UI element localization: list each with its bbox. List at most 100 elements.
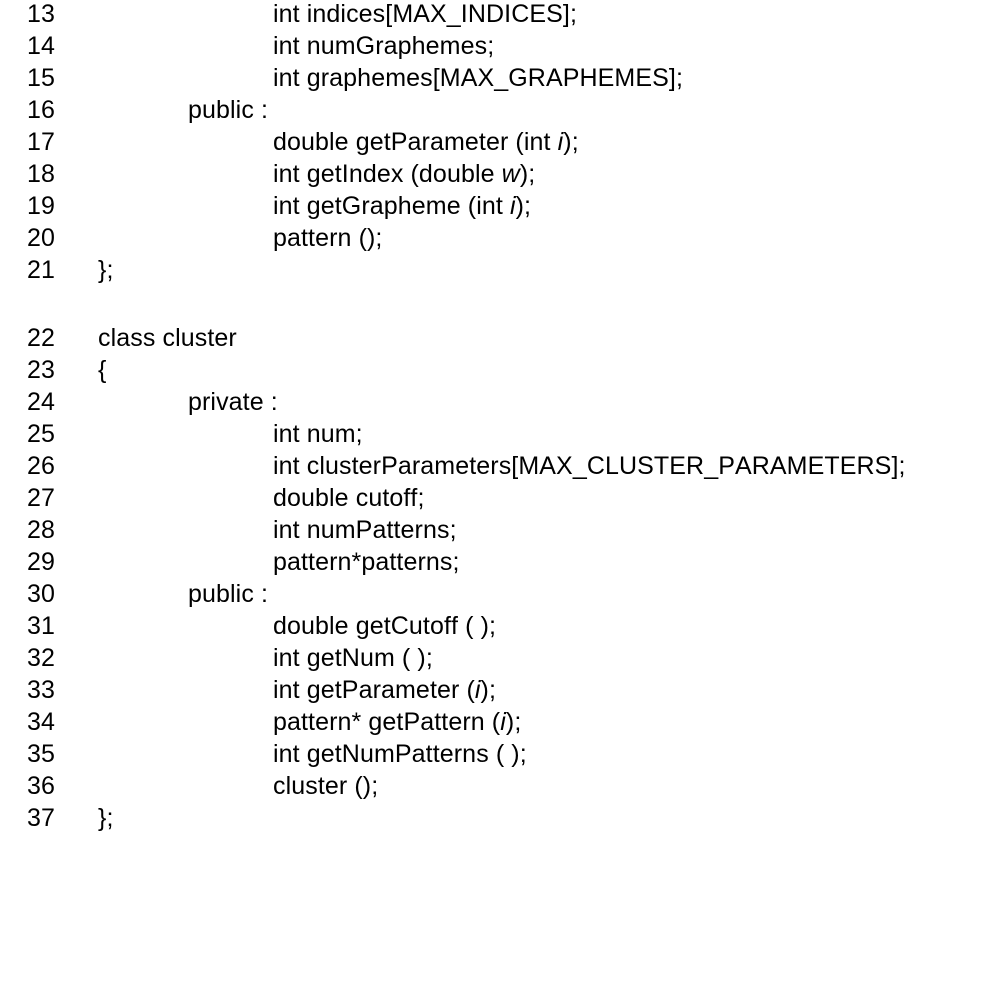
line-number: 34 <box>0 710 78 735</box>
code-segment: { <box>98 356 106 384</box>
code-segment: ); <box>506 708 521 736</box>
code-segment: pattern* getPattern ( <box>273 708 500 736</box>
line-number: 22 <box>0 326 78 351</box>
code-segment: int num; <box>273 420 363 448</box>
code-text: int numPatterns; <box>78 518 989 543</box>
line-number: 25 <box>0 422 78 447</box>
code-segment: int numGraphemes; <box>273 32 494 60</box>
code-segment: int getParameter ( <box>273 676 475 704</box>
code-line: 18int getIndex (double w); <box>0 162 989 194</box>
code-text: cluster (); <box>78 774 989 799</box>
code-segment: private : <box>188 388 278 416</box>
code-segment: int numPatterns; <box>273 516 457 544</box>
code-line: 14int numGraphemes; <box>0 34 989 66</box>
code-segment: pattern*patterns; <box>273 548 460 576</box>
code-text: pattern* getPattern (i); <box>78 710 989 735</box>
code-text: int num; <box>78 422 989 447</box>
code-text: class cluster <box>78 326 989 351</box>
code-text: pattern (); <box>78 226 989 251</box>
code-text: public : <box>78 582 989 607</box>
line-number: 32 <box>0 646 78 671</box>
line-number: 33 <box>0 678 78 703</box>
code-text: int getNumPatterns ( ); <box>78 742 989 767</box>
code-segment: }; <box>98 804 114 832</box>
line-number: 13 <box>0 2 78 27</box>
line-number: 16 <box>0 98 78 123</box>
code-line: 17double getParameter (int i); <box>0 130 989 162</box>
code-line: 27 double cutoff; <box>0 486 989 518</box>
code-line: 23 { <box>0 358 989 390</box>
code-segment: pattern (); <box>273 224 382 252</box>
code-segment: int indices[MAX_INDICES]; <box>273 0 577 28</box>
code-line: 33int getParameter (i); <box>0 678 989 710</box>
code-text: int getGrapheme (int i); <box>78 194 989 219</box>
code-segment: int getNumPatterns ( ); <box>273 740 527 768</box>
line-number: 19 <box>0 194 78 219</box>
code-text: int graphemes[MAX_GRAPHEMES]; <box>78 66 989 91</box>
line-number: 17 <box>0 130 78 155</box>
line-number: 18 <box>0 162 78 187</box>
code-segment: ); <box>563 128 578 156</box>
code-line: 34pattern* getPattern (i); <box>0 710 989 742</box>
code-text: double cutoff; <box>78 486 989 511</box>
code-line: 29 pattern*patterns; <box>0 550 989 582</box>
code-line: 16 public : <box>0 98 989 130</box>
line-number: 31 <box>0 614 78 639</box>
code-segment: public : <box>188 580 268 608</box>
code-text: }; <box>78 806 989 831</box>
code-line: 22 class cluster <box>0 326 989 358</box>
code-line: 26 int clusterParameters[MAX_CLUSTER_PARA… <box>0 454 989 486</box>
code-text: private : <box>78 390 989 415</box>
code-line: 28 int numPatterns; <box>0 518 989 550</box>
line-number: 26 <box>0 454 78 479</box>
code-line: 30 public : <box>0 582 989 614</box>
code-text: int clusterParameters[MAX_CLUSTER_PARAME… <box>78 454 989 479</box>
italic-identifier: w <box>502 160 520 188</box>
code-line: 20pattern (); <box>0 226 989 258</box>
code-line: 19int getGrapheme (int i); <box>0 194 989 226</box>
code-line: 21}; <box>0 258 989 290</box>
code-text: int numGraphemes; <box>78 34 989 59</box>
code-segment: ); <box>481 676 496 704</box>
code-listing: 13 int indices[MAX_INDICES]; 14int numGrap… <box>0 0 989 838</box>
code-segment: double cutoff; <box>273 484 425 512</box>
code-segment: double getParameter (int <box>273 128 558 156</box>
code-segment: int getIndex (double <box>273 160 502 188</box>
code-text: int indices[MAX_INDICES]; <box>78 2 989 27</box>
code-segment: public : <box>188 96 268 124</box>
line-number: 30 <box>0 582 78 607</box>
code-segment: int getGrapheme (int <box>273 192 510 220</box>
code-segment: cluster (); <box>273 772 378 800</box>
code-segment: ); <box>516 192 531 220</box>
code-segment: int graphemes[MAX_GRAPHEMES]; <box>273 64 683 92</box>
line-number: 37 <box>0 806 78 831</box>
code-line: 37}; <box>0 806 989 838</box>
code-segment: double getCutoff ( ); <box>273 612 496 640</box>
code-segment: class cluster <box>98 324 237 352</box>
code-text: int getParameter (i); <box>78 678 989 703</box>
code-segment: int getNum ( ); <box>273 644 433 672</box>
code-text: pattern*patterns; <box>78 550 989 575</box>
code-line: 13 int indices[MAX_INDICES]; <box>0 2 989 34</box>
code-text: int getNum ( ); <box>78 646 989 671</box>
line-number: 27 <box>0 486 78 511</box>
code-line: 32 int getNum ( ); <box>0 646 989 678</box>
line-number: 29 <box>0 550 78 575</box>
code-line: 36 cluster (); <box>0 774 989 806</box>
code-segment: int clusterParameters[MAX_CLUSTER_PARAME… <box>273 452 906 480</box>
line-number: 35 <box>0 742 78 767</box>
code-line: 35 int getNumPatterns ( ); <box>0 742 989 774</box>
code-text: public : <box>78 98 989 123</box>
line-number: 21 <box>0 258 78 283</box>
code-text: double getCutoff ( ); <box>78 614 989 639</box>
code-line: 25 int num; <box>0 422 989 454</box>
line-number: 23 <box>0 358 78 383</box>
code-text: int getIndex (double w); <box>78 162 989 187</box>
code-segment: ); <box>520 160 535 188</box>
code-text: double getParameter (int i); <box>78 130 989 155</box>
code-text: { <box>78 358 989 383</box>
line-number: 36 <box>0 774 78 799</box>
line-number: 28 <box>0 518 78 543</box>
code-line: 24private : <box>0 390 989 422</box>
code-text: }; <box>78 258 989 283</box>
